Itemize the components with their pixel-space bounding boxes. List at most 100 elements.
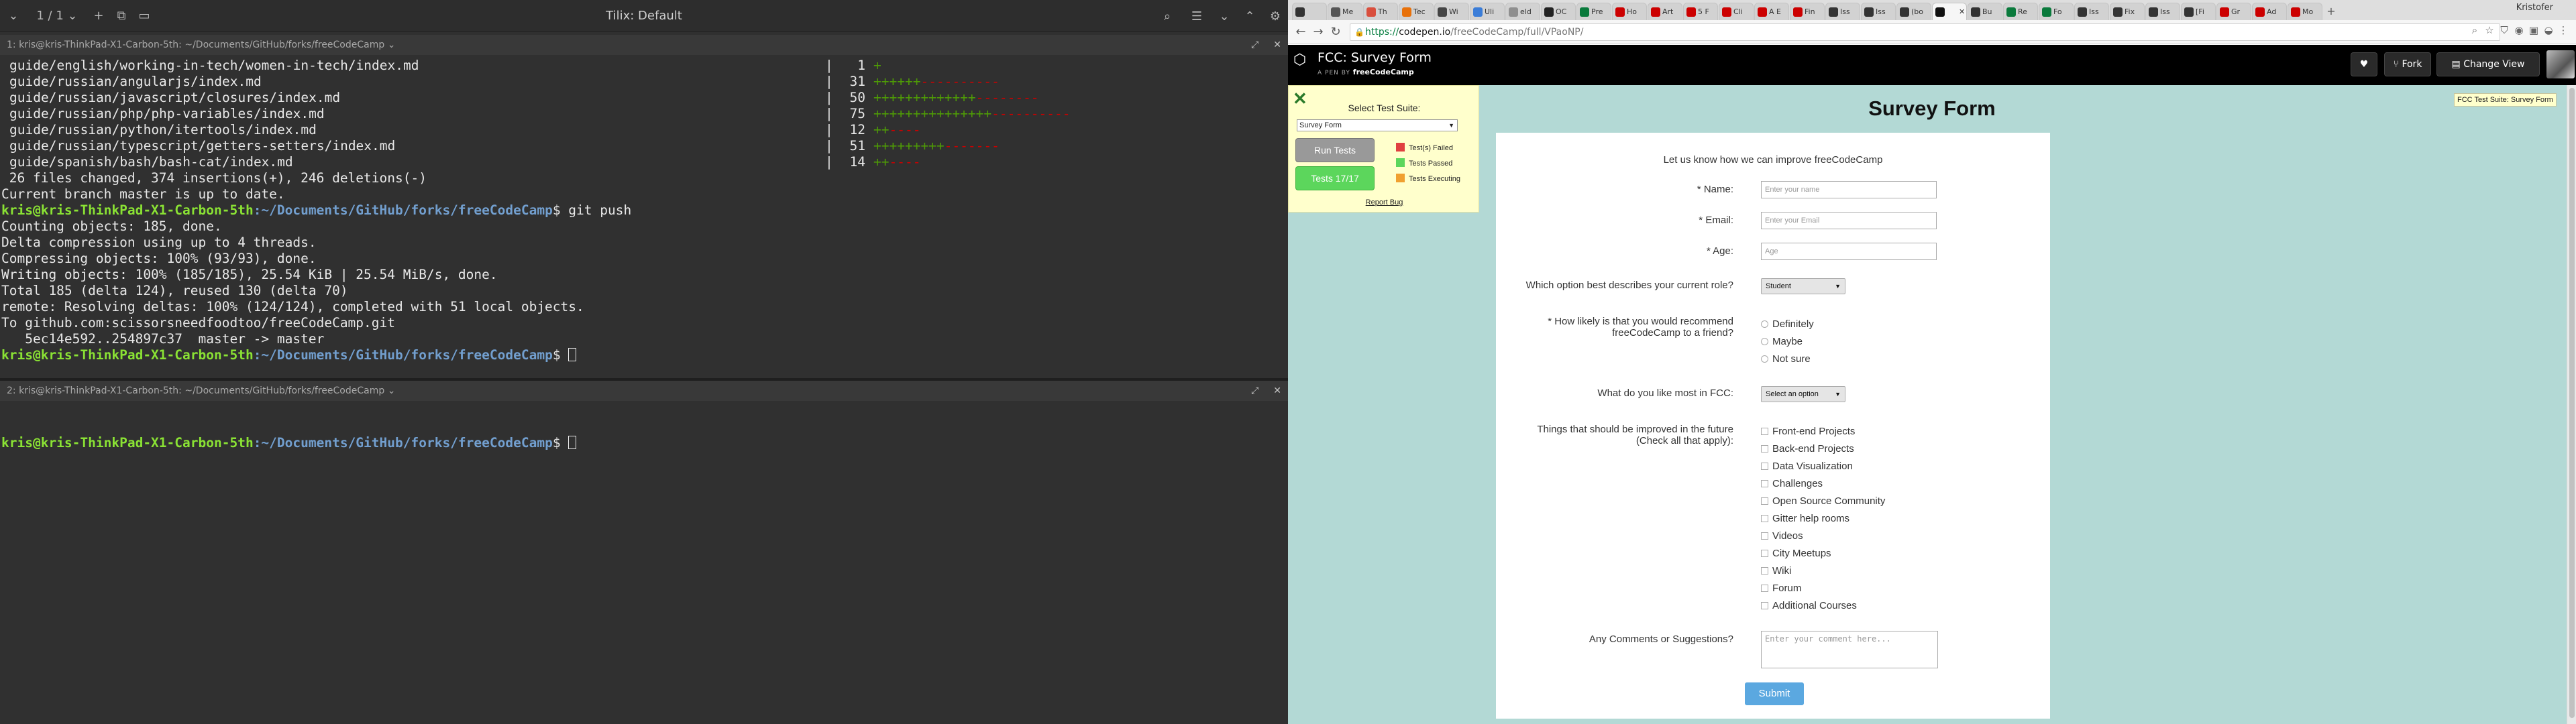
page-scrollbar[interactable] xyxy=(2567,85,2576,724)
browser-tab[interactable]: Ad xyxy=(2252,3,2287,20)
browser-tab[interactable]: Fo xyxy=(2039,3,2074,20)
browser-tab[interactable]: Cli xyxy=(1719,3,1754,20)
browser-tab[interactable]: Re xyxy=(2003,3,2038,20)
checkbox[interactable] xyxy=(1761,497,1768,505)
extension-circle-icon[interactable]: ◉ xyxy=(2512,24,2526,36)
checkbox[interactable] xyxy=(1761,585,1768,592)
extension-pocket-icon[interactable]: ◒ xyxy=(2541,24,2556,36)
recommend-option[interactable]: Not sure xyxy=(1761,353,1811,365)
pane2-close-icon[interactable]: ✕ xyxy=(1273,385,1281,396)
checkbox[interactable] xyxy=(1761,550,1768,557)
browser-tab[interactable]: 5 F xyxy=(1683,3,1718,20)
extension-box-icon[interactable]: ▣ xyxy=(2526,24,2541,36)
browser-tab[interactable]: Fix xyxy=(2110,3,2145,20)
browser-tab[interactable]: Wi xyxy=(1434,3,1469,20)
tests-result-button[interactable]: Tests 17/17 xyxy=(1295,166,1375,190)
checkbox[interactable] xyxy=(1761,428,1768,435)
browser-tab[interactable]: Iss xyxy=(2145,3,2180,20)
improve-option[interactable]: Forum xyxy=(1761,583,1801,595)
user-avatar[interactable] xyxy=(2546,50,2575,78)
like-select[interactable]: Select an option ▼ xyxy=(1761,386,1845,402)
improve-option[interactable]: Videos xyxy=(1761,530,1803,542)
browser-tab[interactable]: Uli xyxy=(1470,3,1505,20)
comments-textarea[interactable]: Enter your comment here... xyxy=(1761,631,1938,668)
browser-tab[interactable]: Ho xyxy=(1612,3,1647,20)
browser-tab[interactable]: OC xyxy=(1541,3,1576,20)
pane2-maximize-icon[interactable]: ⤢ xyxy=(1251,385,1258,396)
browser-tab[interactable]: Iss xyxy=(1861,3,1896,20)
add-session-icon[interactable]: + xyxy=(87,0,110,32)
improve-option[interactable]: Back-end Projects xyxy=(1761,443,1854,455)
reload-icon[interactable]: ↻ xyxy=(1327,25,1344,39)
tilix-menu-icon[interactable]: ⌄ xyxy=(0,0,27,32)
pane1-close-icon[interactable]: ✕ xyxy=(1273,40,1281,50)
browser-tab[interactable]: Mo xyxy=(2288,3,2322,20)
checkbox[interactable] xyxy=(1761,567,1768,575)
improve-option[interactable]: Data Visualization xyxy=(1761,461,1853,473)
terminal-pane-1[interactable]: guide/english/working-in-tech/women-in-t… xyxy=(0,58,1288,378)
age-input[interactable]: Age xyxy=(1761,243,1937,260)
checkbox[interactable] xyxy=(1761,480,1768,487)
browser-tab[interactable]: Fin xyxy=(1790,3,1825,20)
browser-tab[interactable] xyxy=(1292,3,1327,20)
browser-tab[interactable]: Pre xyxy=(1576,3,1611,20)
browser-tab[interactable]: (bo xyxy=(1896,3,1931,20)
checkbox[interactable] xyxy=(1761,602,1768,609)
improve-option[interactable]: Open Source Community xyxy=(1761,495,1885,507)
browser-tab[interactable]: Iss xyxy=(1825,3,1860,20)
browser-tab[interactable]: eld xyxy=(1505,3,1540,20)
browser-tab[interactable]: Bu xyxy=(1968,3,2002,20)
settings-icon[interactable]: ⚙ xyxy=(1263,0,1288,32)
checkbox[interactable] xyxy=(1761,445,1768,452)
minimize-icon[interactable]: ⌄ xyxy=(1212,0,1237,32)
browser-tab[interactable]: Tec xyxy=(1399,3,1434,20)
profile-name[interactable]: Kristofer xyxy=(2516,3,2553,13)
browser-tab[interactable]: A E xyxy=(1754,3,1789,20)
new-session-icon[interactable]: ⧉ xyxy=(110,0,133,32)
run-tests-button[interactable]: Run Tests xyxy=(1295,138,1375,162)
recommend-option[interactable]: Maybe xyxy=(1761,336,1803,348)
radio-button[interactable] xyxy=(1761,355,1768,363)
browser-tab[interactable]: Iss xyxy=(2074,3,2109,20)
improve-option[interactable]: Front-end Projects xyxy=(1761,426,1855,438)
url-bar[interactable]: 🔒 https://codepen.io/freeCodeCamp/full/V… xyxy=(1350,23,2500,41)
radio-button[interactable] xyxy=(1761,338,1768,345)
browser-tab[interactable]: Th xyxy=(1363,3,1398,20)
maximize-icon[interactable]: ⌃ xyxy=(1237,0,1263,32)
browser-tab[interactable]: Me xyxy=(1328,3,1362,20)
scrollbar-thumb[interactable] xyxy=(2569,88,2575,718)
test-suite-select[interactable]: Survey Form ▼ xyxy=(1297,119,1458,131)
bookmark-star-icon[interactable]: ☆ xyxy=(2482,24,2497,36)
pane1-title-bar[interactable]: 1: kris@kris-ThinkPad-X1-Carbon-5th: ~/D… xyxy=(0,35,1288,55)
pane1-maximize-icon[interactable]: ⤢ xyxy=(1251,40,1258,50)
recommend-option[interactable]: Definitely xyxy=(1761,318,1814,330)
improve-option[interactable]: City Meetups xyxy=(1761,548,1831,560)
submit-button[interactable]: Submit xyxy=(1745,682,1804,705)
terminal-pane-2[interactable]: kris@kris-ThinkPad-X1-Carbon-5th:~/Docum… xyxy=(0,403,1288,724)
role-select[interactable]: Student ▼ xyxy=(1761,278,1845,294)
pen-author[interactable]: freeCodeCamp xyxy=(1353,68,1414,76)
sidebar-icon[interactable]: ▭ xyxy=(133,0,156,32)
tab-close-icon[interactable]: ✕ xyxy=(1959,7,1965,16)
report-bug-link[interactable]: Report Bug xyxy=(1289,198,1480,206)
session-switcher[interactable]: 1 / 1 ⌄ xyxy=(27,0,87,32)
pane2-title-bar[interactable]: 2: kris@kris-ThinkPad-X1-Carbon-5th: ~/D… xyxy=(0,381,1288,401)
heart-button[interactable]: ♥ xyxy=(2351,52,2377,76)
zoom-icon[interactable]: ⌕ xyxy=(2467,24,2482,36)
checkbox[interactable] xyxy=(1761,532,1768,540)
change-view-button[interactable]: ▤ Change View xyxy=(2436,52,2540,76)
codepen-logo-icon[interactable]: ⬡ xyxy=(1293,52,1306,68)
improve-option[interactable]: Challenges xyxy=(1761,478,1823,490)
improve-option[interactable]: Additional Courses xyxy=(1761,600,1857,612)
name-input[interactable]: Enter your name xyxy=(1761,181,1937,198)
checkbox[interactable] xyxy=(1761,515,1768,522)
checkbox[interactable] xyxy=(1761,463,1768,470)
new-tab-button[interactable]: + xyxy=(2323,3,2339,20)
radio-button[interactable] xyxy=(1761,320,1768,328)
browser-tab[interactable]: Art xyxy=(1648,3,1682,20)
search-icon[interactable]: ⌕ xyxy=(1152,0,1182,32)
fork-button[interactable]: ⑂ Fork xyxy=(2384,52,2431,76)
browser-tab-active[interactable]: ✕ xyxy=(1932,3,1967,20)
extension-shield-icon[interactable]: ⛉ xyxy=(2497,24,2512,36)
improve-option[interactable]: Wiki xyxy=(1761,565,1791,577)
